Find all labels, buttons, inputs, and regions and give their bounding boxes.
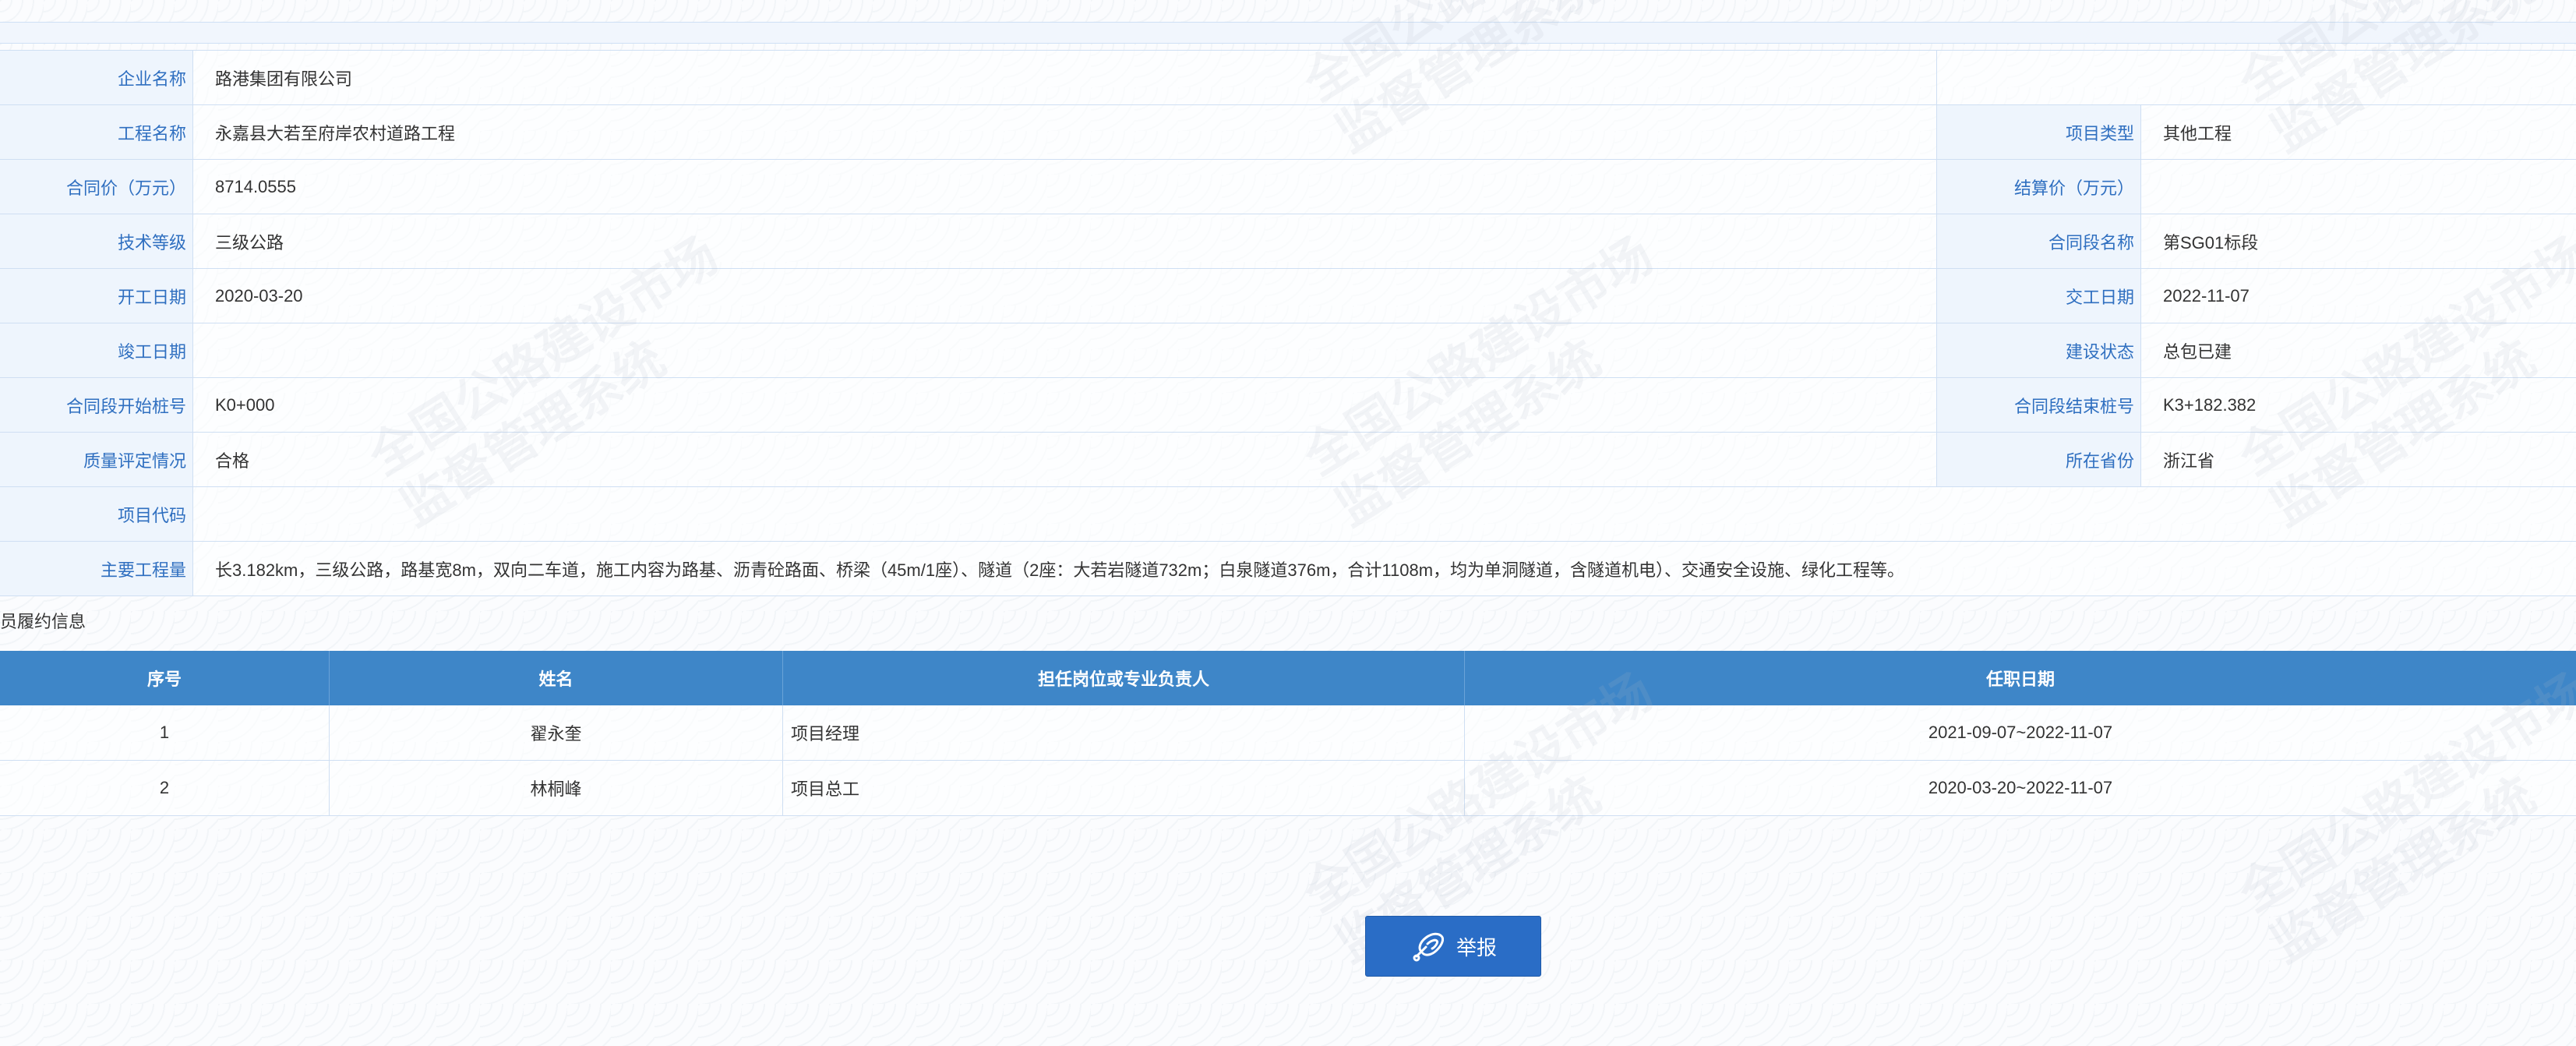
label-handover-date: 交工日期 (1937, 269, 2141, 323)
cell-position: 项目经理 (783, 705, 1465, 760)
value-main-quantities: 长3.182km，三级公路，路基宽8m，双向二车道，施工内容为路基、沥青砼路面、… (193, 542, 2576, 595)
table-row: 1 翟永奎 项目经理 2021-09-07~2022-11-07 (0, 705, 2576, 761)
label-company-name: 企业名称 (0, 51, 193, 104)
info-row-project-code: 项目代码 (0, 487, 2576, 542)
label-end-station: 合同段结束桩号 (1937, 378, 2141, 432)
label-project-type: 项目类型 (1937, 105, 2141, 159)
table-row: 2 林桐峰 项目总工 2020-03-20~2022-11-07 (0, 761, 2576, 816)
value-tech-grade: 三级公路 (193, 214, 1937, 268)
info-row-main-quantities: 主要工程量 长3.182km，三级公路，路基宽8m，双向二车道，施工内容为路基、… (0, 542, 2576, 596)
value-build-status: 总包已建 (2141, 323, 2576, 377)
label-start-station: 合同段开始桩号 (0, 378, 193, 432)
value-completion-date (193, 323, 1937, 377)
info-row-quality: 质量评定情况 合格 所在省份 浙江省 (0, 433, 2576, 487)
info-row-contract-price: 合同价（万元） 8714.0555 结算价（万元） (0, 160, 2576, 214)
report-button-label: 举报 (1456, 935, 1497, 959)
value-settlement-price (2141, 160, 2576, 214)
label-start-date: 开工日期 (0, 269, 193, 323)
label-contract-price: 合同价（万元） (0, 160, 193, 214)
value-end-station: K3+182.382 (2141, 378, 2576, 432)
cell-no: 1 (0, 705, 330, 760)
label-main-quantities: 主要工程量 (0, 542, 193, 595)
label-build-status: 建设状态 (1937, 323, 2141, 377)
value-company-name: 路港集团有限公司 (193, 51, 1937, 104)
blank-cell (1937, 51, 2576, 104)
section-title-personnel: 人员履约信息 (0, 612, 86, 631)
label-tech-grade: 技术等级 (0, 214, 193, 268)
value-province: 浙江省 (2141, 433, 2576, 486)
info-row-tech-grade: 技术等级 三级公路 合同段名称 第SG01标段 (0, 214, 2576, 269)
label-section-name: 合同段名称 (1937, 214, 2141, 268)
value-start-date: 2020-03-20 (193, 269, 1937, 323)
info-row-start-station: 合同段开始桩号 K0+000 合同段结束桩号 K3+182.382 (0, 378, 2576, 433)
cell-name: 林桐峰 (330, 761, 783, 815)
megaphone-icon (1410, 928, 1447, 965)
value-project-type: 其他工程 (2141, 105, 2576, 159)
value-section-name: 第SG01标段 (2141, 214, 2576, 268)
cell-name: 翟永奎 (330, 705, 783, 760)
value-contract-price: 8714.0555 (193, 160, 1937, 214)
info-row-company: 企业名称 路港集团有限公司 (0, 50, 2576, 105)
report-button[interactable]: 举报 (1365, 916, 1541, 977)
value-project-name: 永嘉县大若至府岸农村道路工程 (193, 105, 1937, 159)
cell-no: 2 (0, 761, 330, 815)
cell-dates: 2021-09-07~2022-11-07 (1928, 723, 2113, 742)
header-dates: 任职日期 (1985, 670, 2055, 689)
top-band (0, 22, 2576, 44)
value-quality: 合格 (193, 433, 1937, 486)
info-row-start-date: 开工日期 2020-03-20 交工日期 2022-11-07 (0, 269, 2576, 323)
label-province: 所在省份 (1937, 433, 2141, 486)
label-project-code: 项目代码 (0, 487, 193, 541)
label-project-name: 工程名称 (0, 105, 193, 159)
value-start-station: K0+000 (193, 378, 1937, 432)
personnel-table: 序号 姓名 担任岗位或专业负责人 任职日期 1 翟永奎 项目经理 2021-09… (0, 651, 2576, 816)
cell-position: 项目总工 (783, 761, 1465, 815)
value-project-code (193, 487, 2576, 541)
personnel-table-header: 序号 姓名 担任岗位或专业负责人 任职日期 (0, 651, 2576, 705)
label-quality: 质量评定情况 (0, 433, 193, 486)
info-row-project-name: 工程名称 永嘉县大若至府岸农村道路工程 项目类型 其他工程 (0, 105, 2576, 160)
header-no: 序号 (0, 651, 330, 705)
project-info-table: 企业名称 路港集团有限公司 工程名称 永嘉县大若至府岸农村道路工程 项目类型 其… (0, 50, 2576, 596)
header-position: 担任岗位或专业负责人 (783, 651, 1465, 705)
info-row-completion-date: 竣工日期 建设状态 总包已建 (0, 323, 2576, 378)
header-name: 姓名 (330, 651, 783, 705)
cell-dates: 2020-03-20~2022-11-07 (1928, 778, 2113, 797)
label-settlement-price: 结算价（万元） (1937, 160, 2141, 214)
value-handover-date: 2022-11-07 (2141, 269, 2576, 323)
label-completion-date: 竣工日期 (0, 323, 193, 377)
